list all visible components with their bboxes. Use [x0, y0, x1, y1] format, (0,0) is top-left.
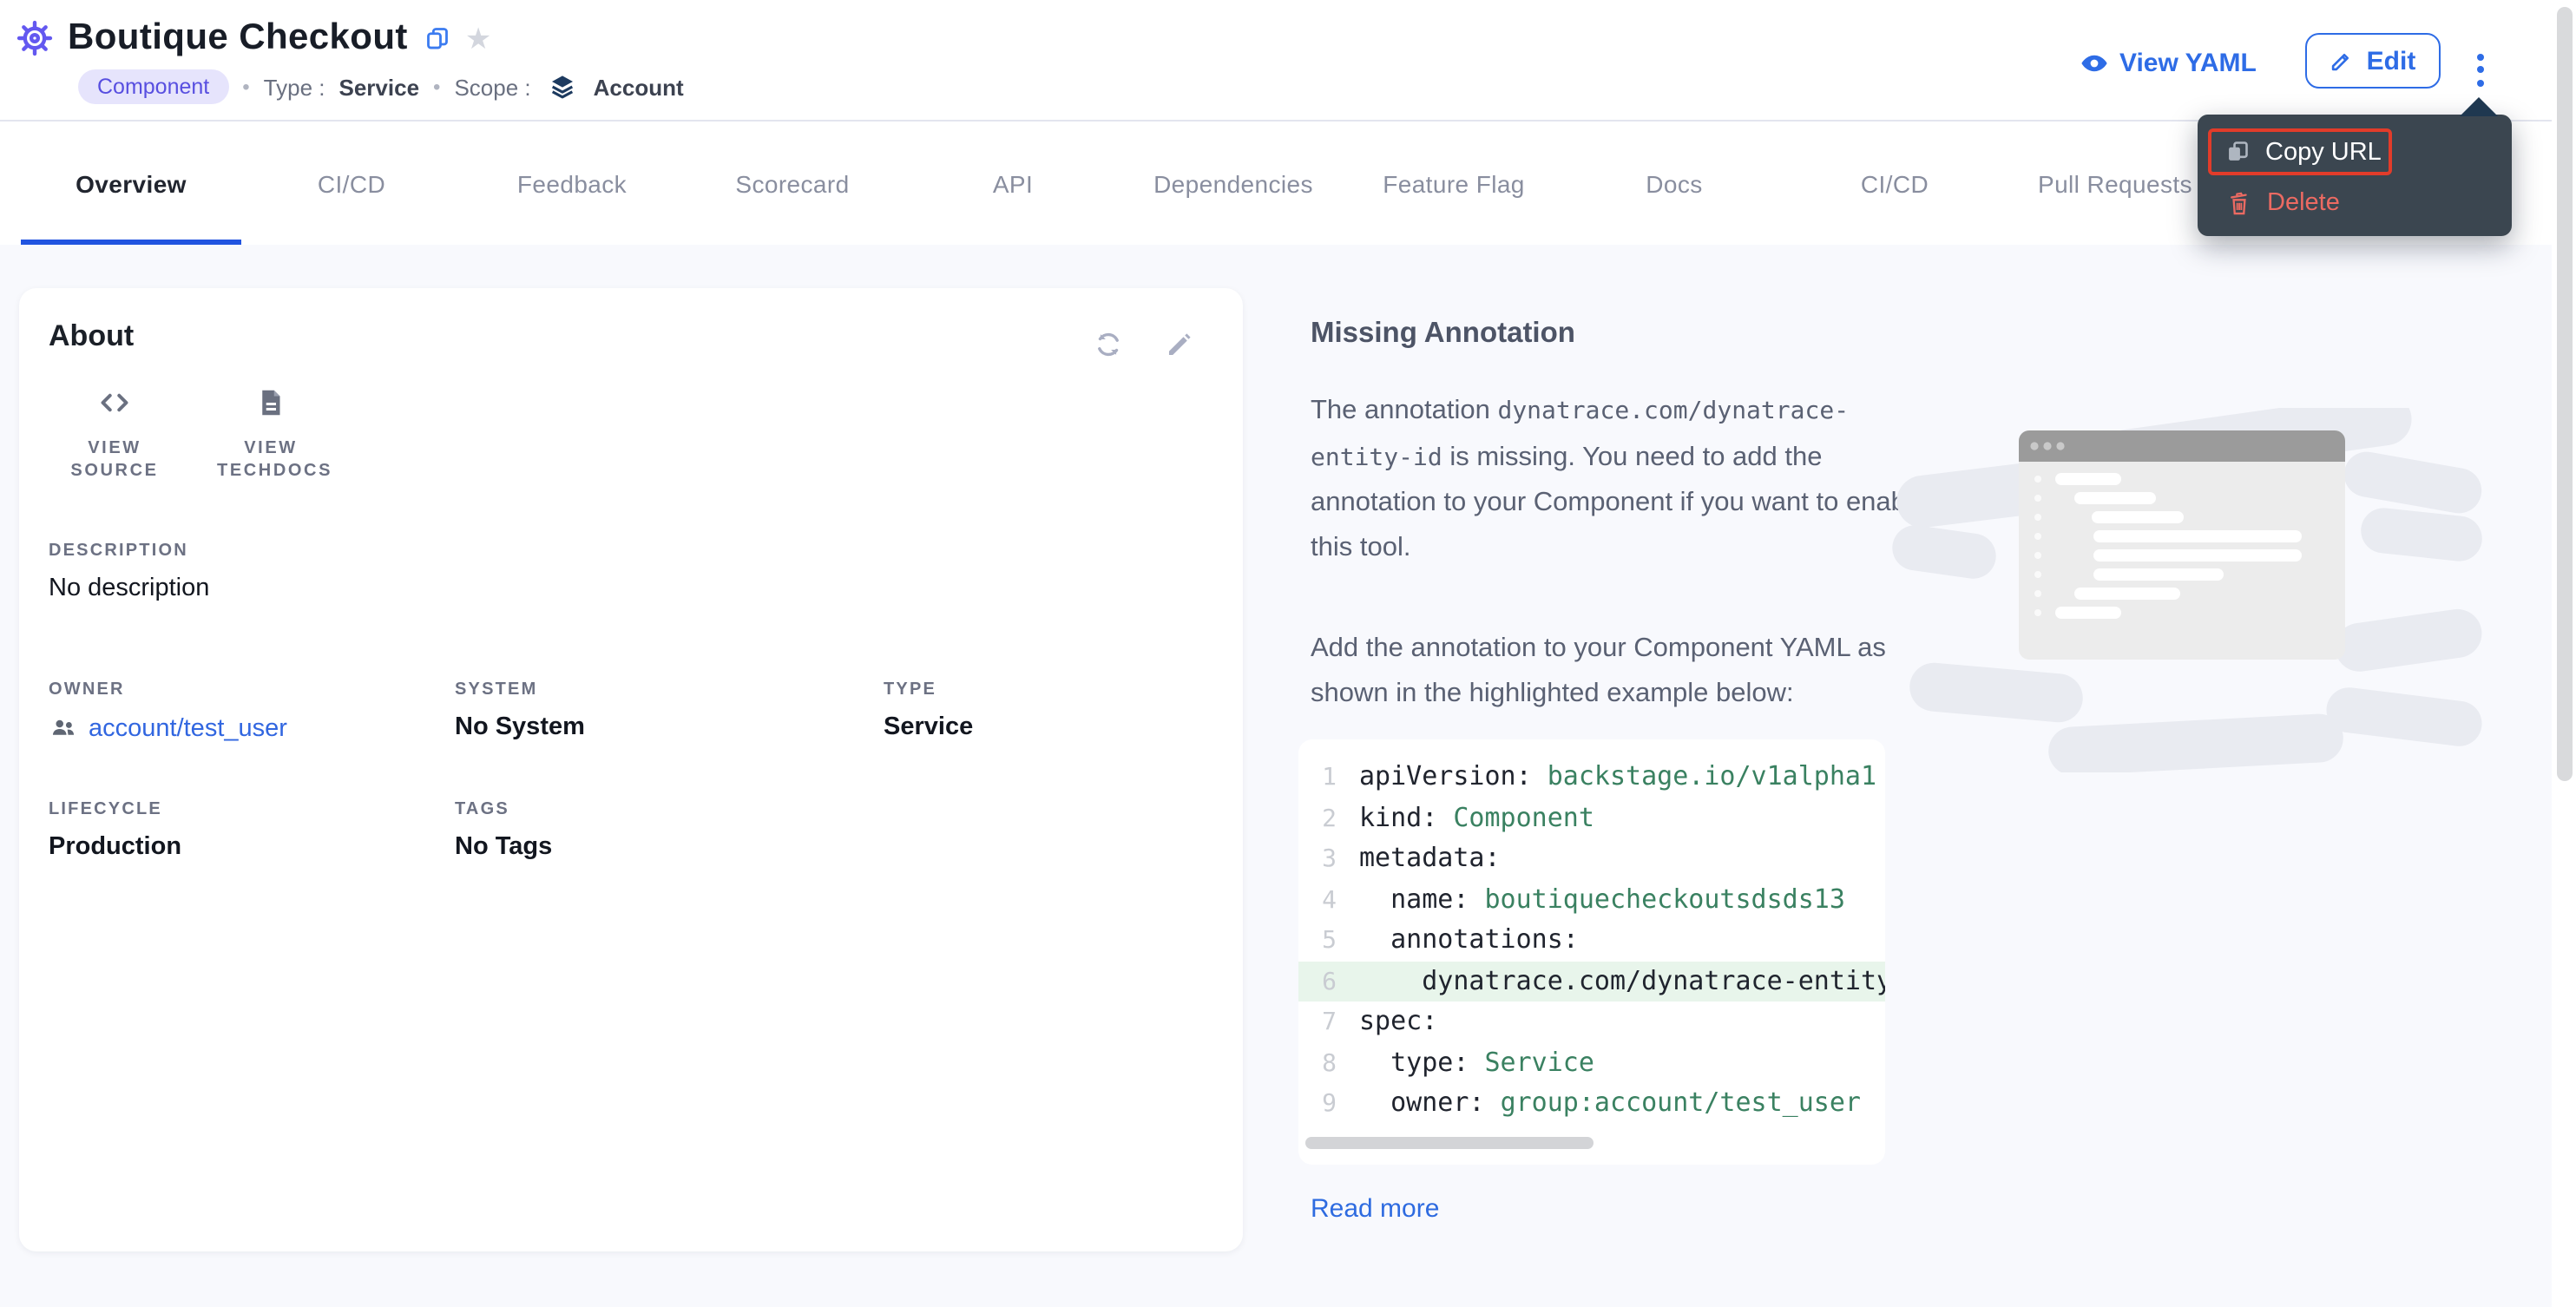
type-value: Service [339, 74, 420, 100]
owner-field: OWNER account/test_user [49, 680, 455, 743]
code-icon [99, 387, 130, 418]
page-title: Boutique Checkout [68, 17, 408, 59]
copy-url-label: Copy URL [2265, 138, 2382, 166]
about-title: About [49, 319, 134, 354]
code-line-3: 3metadata: [1298, 838, 1885, 879]
type-label: Type : [264, 74, 325, 100]
owner-label: OWNER [49, 680, 455, 699]
lifecycle-label: LIFECYCLE [49, 800, 455, 819]
tab-scorecard[interactable]: Scorecard [682, 122, 903, 245]
tab-docs[interactable]: Docs [1564, 122, 1784, 245]
entity-header: Boutique Checkout ★ Component • Type : S… [0, 0, 2576, 120]
kind-badge: Component [78, 69, 228, 104]
yaml-code-block: 1apiVersion: backstage.io/v1alpha1 2kind… [1298, 739, 1885, 1164]
read-more-link[interactable]: Read more [1311, 1193, 1439, 1223]
entity-tabs: Overview CI/CD Feedback Scorecard API De… [0, 122, 2576, 245]
lifecycle-field: LIFECYCLE Production [49, 800, 455, 861]
view-techdocs-label: VIEW TECHDOCS [217, 437, 325, 483]
trash-icon [2227, 190, 2251, 216]
tab-api[interactable]: API [903, 122, 1123, 245]
eye-icon [2080, 49, 2109, 78]
menu-item-delete[interactable]: Delete [2227, 189, 2340, 217]
description-label: DESCRIPTION [49, 542, 1243, 561]
code-line-5: 5 annotations: [1298, 920, 1885, 961]
docs-icon [255, 387, 286, 418]
overview-content: About [0, 245, 2552, 1307]
code-line-4: 4 name: boutiquecheckoutsdsds13 [1298, 879, 1885, 920]
more-options-kebab-button[interactable] [2470, 47, 2491, 92]
view-source-link[interactable]: VIEW SOURCE [49, 387, 181, 483]
owner-link[interactable]: account/test_user [49, 713, 455, 743]
missing-annotation-body: The annotation dynatrace.com/dynatrace-e… [1311, 389, 1929, 569]
delete-label: Delete [2267, 189, 2340, 217]
type-field-label: TYPE [884, 680, 1213, 699]
missing-annotation-title: Missing Annotation [1311, 318, 1939, 351]
code-horizontal-scrollbar[interactable] [1305, 1136, 1878, 1148]
tags-value: No Tags [455, 833, 884, 861]
illustration-window [2019, 430, 2345, 660]
code-line-2: 2kind: Component [1298, 798, 1885, 838]
edit-about-pencil-icon[interactable] [1165, 330, 1194, 359]
type-field: TYPE Service [884, 680, 1213, 743]
tab-feedback[interactable]: Feedback [462, 122, 682, 245]
code-line-1: 1apiVersion: backstage.io/v1alpha1 [1298, 757, 1885, 798]
tab-cicd-2[interactable]: CI/CD [1784, 122, 2005, 245]
about-fields-grid: OWNER account/test_user SYSTEM No System [19, 680, 1243, 861]
code-line-9: 9 owner: group:account/test_user [1298, 1083, 1885, 1124]
code-line-7: 7spec: [1298, 1002, 1885, 1042]
missing-annotation-panel: Missing Annotation The annotation dynatr… [1311, 318, 1939, 1225]
tab-dependencies[interactable]: Dependencies [1123, 122, 1344, 245]
about-card: About [19, 288, 1243, 1251]
copy-name-icon[interactable] [425, 26, 450, 50]
vertical-scrollbar-thumb[interactable] [2556, 7, 2572, 781]
description-value: No description [49, 575, 1243, 602]
view-techdocs-link[interactable]: VIEW TECHDOCS [205, 387, 337, 483]
browser-window-illustration [1892, 408, 2482, 772]
menu-arrow [2460, 97, 2498, 116]
layers-icon [549, 73, 576, 101]
separator-dot: • [433, 75, 440, 99]
tags-label: TAGS [455, 800, 884, 819]
people-icon [49, 713, 78, 743]
annotation-instruction: Add the annotation to your Component YAM… [1311, 627, 1929, 715]
refresh-icon[interactable] [1094, 330, 1123, 359]
separator-dot: • [242, 75, 249, 99]
system-field: SYSTEM No System [455, 680, 884, 743]
code-line-8: 8 type: Service [1298, 1042, 1885, 1083]
favorite-star-icon[interactable]: ★ [465, 23, 492, 53]
code-scrollbar-thumb[interactable] [1305, 1136, 1594, 1148]
tab-pull-requests[interactable]: Pull Requests [2005, 122, 2225, 245]
vertical-scrollbar-track[interactable] [2552, 0, 2576, 1307]
more-options-menu: Copy URL Delete [2198, 115, 2512, 236]
about-links: VIEW SOURCE VIEW TECHDOCS [19, 359, 1243, 483]
tab-overview[interactable]: Overview [21, 122, 241, 245]
tags-field: TAGS No Tags [455, 800, 884, 861]
lifecycle-value: Production [49, 833, 455, 861]
view-source-label: VIEW SOURCE [61, 437, 168, 483]
entity-meta-row: Component • Type : Service • Scope : Acc… [78, 69, 684, 104]
tab-feature-flag[interactable]: Feature Flag [1344, 122, 1564, 245]
edit-button[interactable]: Edit [2305, 33, 2441, 89]
view-yaml-label: View YAML [2119, 49, 2257, 78]
edit-label: Edit [2367, 46, 2416, 76]
system-value: No System [455, 713, 884, 741]
scope-label: Scope : [454, 74, 530, 100]
menu-item-copy-url[interactable]: Copy URL [2208, 128, 2392, 175]
pencil-icon [2330, 49, 2355, 73]
page: Boutique Checkout ★ Component • Type : S… [0, 0, 2576, 1307]
view-yaml-button[interactable]: View YAML [2080, 49, 2257, 78]
copy-icon [2225, 139, 2250, 165]
scope-value: Account [594, 74, 684, 100]
system-label: SYSTEM [455, 680, 884, 699]
type-field-value: Service [884, 713, 1213, 741]
owner-value: account/test_user [89, 714, 287, 742]
code-line-6-highlighted: 6 dynatrace.com/dynatrace-entity-id: [1298, 961, 1885, 1002]
component-gear-icon [16, 19, 54, 57]
tab-cicd[interactable]: CI/CD [241, 122, 462, 245]
